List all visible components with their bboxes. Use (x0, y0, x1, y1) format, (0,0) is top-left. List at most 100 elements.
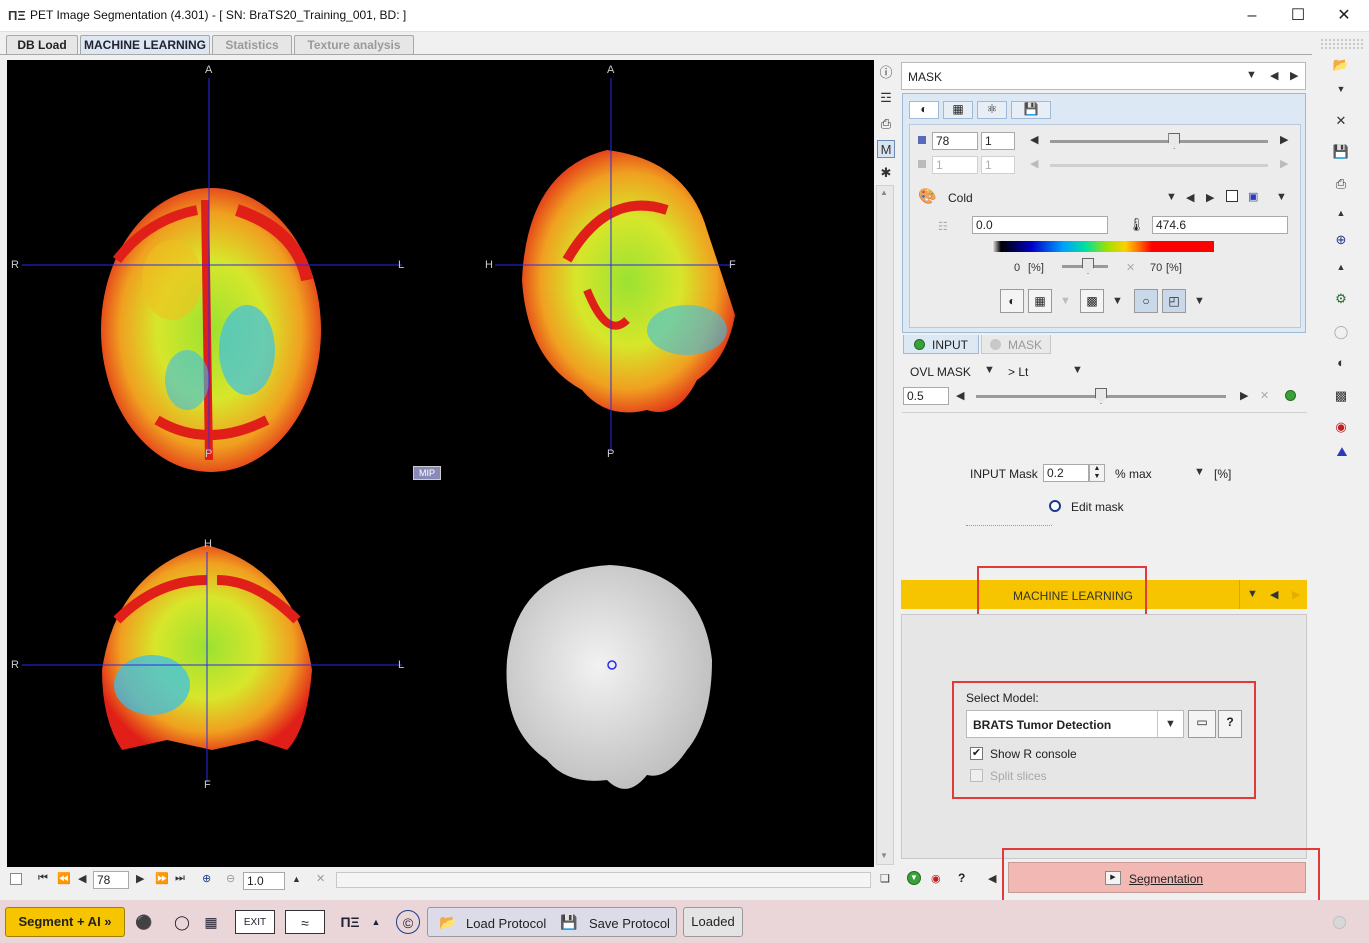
prev-slice-icon[interactable]: ◀ (78, 872, 86, 885)
slice-input[interactable]: 78 (93, 871, 129, 889)
contour-icon[interactable]: ◰ (1162, 289, 1186, 313)
zoom-icon[interactable]: ⊕ (1332, 231, 1350, 249)
ovl-status-icon[interactable] (1285, 390, 1296, 401)
load-protocol-icon[interactable]: 📂 (436, 910, 460, 934)
lock-icon[interactable]: ☷ (938, 220, 948, 233)
invert-icon[interactable] (1226, 190, 1238, 202)
contrast-icon[interactable]: ◐ (1332, 354, 1350, 372)
fast-back-icon[interactable]: ⏪ (57, 872, 71, 885)
overlay-menu-icon[interactable]: ▼ (1060, 295, 1071, 307)
zoom-input[interactable]: 1.0 (243, 872, 285, 890)
ovl-value-input[interactable]: 0.5 (903, 387, 949, 405)
info-icon[interactable]: ⓘ (877, 64, 895, 82)
tab-statistics[interactable]: Statistics (212, 35, 292, 54)
chevron-down-icon[interactable]: ▼ (1246, 69, 1257, 81)
ovl-reset-icon[interactable]: ✕ (1260, 389, 1269, 402)
threshold-mode-dropdown-icon[interactable]: ▼ (1072, 364, 1083, 376)
save-protocol-label[interactable]: Save Protocol (589, 916, 670, 931)
grid-tab-icon[interactable]: ▦ (943, 101, 973, 119)
range-max-input[interactable]: 474.6 (1152, 216, 1288, 234)
scroll-up-icon[interactable]: ▲ (880, 188, 888, 197)
next-slice-icon[interactable]: ▶ (136, 872, 144, 885)
segment-ai-button[interactable]: Segment + AI » (5, 907, 125, 937)
mask-combo[interactable]: MASK ▼ ◀ ▶ (901, 62, 1306, 90)
tile-icon[interactable]: ▩ (1080, 289, 1104, 313)
3d-render-view[interactable] (506, 565, 713, 789)
contour-menu-icon[interactable]: ▼ (1194, 295, 1205, 307)
prev-arrow-icon[interactable]: ◀ (1270, 69, 1278, 82)
palette-icon[interactable]: 🎨 (918, 187, 938, 205)
viewer-checkbox[interactable] (10, 873, 22, 885)
colormap-prev-icon[interactable]: ◀ (1186, 191, 1194, 204)
tab-machine-learning[interactable]: MACHINE LEARNING (80, 35, 210, 54)
tab-db-load[interactable]: DB Load (6, 35, 78, 54)
horizontal-scrollbar[interactable] (336, 872, 871, 888)
input-mask-value[interactable]: 0.2 (1043, 464, 1089, 482)
scroll-down-icon[interactable]: ▼ (880, 851, 888, 860)
ovl-slider-right-icon[interactable]: ▶ (1240, 389, 1248, 402)
pmod-logo-icon[interactable]: ΠΞ (338, 910, 362, 934)
tile-menu-icon[interactable]: ▼ (1112, 295, 1123, 307)
tab-texture-analysis[interactable]: Texture analysis (294, 35, 414, 54)
fusion-mode-icon[interactable]: ◐ (1000, 289, 1024, 313)
fusion-tab-icon[interactable]: ⚛ (977, 101, 1007, 119)
colormap-value[interactable]: Cold (948, 191, 973, 205)
settings-icon[interactable]: ✱ (877, 164, 895, 182)
maximize-button[interactable]: ☐ (1275, 4, 1321, 28)
ml-next-icon[interactable]: ▶ (1292, 588, 1300, 601)
save-protocol-icon[interactable]: 💾 (557, 910, 581, 934)
key-icon[interactable]: ⚫ (132, 910, 156, 934)
reset-zoom-icon[interactable]: ✕ (316, 872, 325, 885)
viewer-scrollbar[interactable]: ▲ ▼ (876, 185, 894, 865)
save-icon[interactable]: 💾 (1332, 143, 1350, 161)
tools-icon[interactable]: ⚙ (1332, 290, 1350, 308)
target-icon[interactable]: ◉ (931, 872, 941, 885)
ok-status-icon[interactable]: ▼ (907, 871, 921, 885)
fast-forward-icon[interactable]: ⏩ (155, 872, 169, 885)
colormap-next-icon[interactable]: ▶ (1206, 191, 1214, 204)
input-mask-unit-dropdown-icon[interactable]: ▼ (1194, 466, 1205, 478)
collapse-icon[interactable]: ◀ (988, 872, 996, 885)
colormap-dropdown-icon[interactable]: ▼ (1166, 191, 1177, 203)
mip-button[interactable]: MIP (413, 466, 441, 480)
contrast-tab-icon[interactable]: ◐ (909, 101, 939, 119)
ml-prev-icon[interactable]: ◀ (1270, 588, 1278, 601)
zoom-up-icon[interactable]: ▲ (292, 874, 301, 884)
slice-slider-thumb[interactable] (1168, 133, 1181, 149)
zoom-out-icon[interactable]: ⊖ (226, 872, 235, 885)
slice-value-input[interactable]: 78 (932, 132, 978, 150)
bottom-up-icon[interactable]: ▲ (364, 910, 388, 934)
slider2-left-icon[interactable]: ◀ (1030, 157, 1038, 170)
copyright-icon[interactable]: © (396, 910, 420, 934)
sagittal-view[interactable] (522, 150, 735, 413)
load-protocol-label[interactable]: Load Protocol (466, 916, 546, 931)
slice2-slider[interactable] (1050, 164, 1268, 167)
last-slice-icon[interactable]: ⏭ (175, 872, 185, 885)
reset-view-icon[interactable]: ❑ (880, 872, 890, 885)
cylinder-icon[interactable]: ◯ (170, 910, 194, 934)
close-data-icon[interactable]: ✕ (1332, 112, 1350, 130)
printer-icon[interactable]: ⎙ (1332, 175, 1350, 193)
ovl-slider-left-icon[interactable]: ◀ (956, 389, 964, 402)
print-icon[interactable]: ⎙ (877, 115, 895, 133)
target-tool-icon[interactable]: ◉ (1332, 418, 1350, 436)
tab-mask[interactable]: MASK (981, 335, 1051, 354)
edit-mask-radio[interactable] (1049, 500, 1061, 512)
tree-icon[interactable]: ☲ (877, 89, 895, 107)
slider2-right-icon[interactable]: ▶ (1280, 157, 1288, 170)
range-min-input[interactable]: 0.0 (972, 216, 1108, 234)
overlay-grid-icon[interactable]: ▦ (1028, 289, 1052, 313)
slice-step-input[interactable]: 1 (981, 132, 1015, 150)
next-arrow-icon[interactable]: ▶ (1290, 69, 1298, 82)
toolbar-up-icon[interactable]: ▲ (1332, 204, 1350, 222)
minimize-button[interactable]: – (1229, 4, 1275, 28)
slice2-value-input[interactable]: 1 (932, 156, 978, 174)
ovl-slider[interactable] (976, 388, 1226, 404)
calculator-icon[interactable]: ▦ (199, 910, 223, 934)
close-button[interactable]: ✕ (1321, 4, 1367, 28)
cube-icon[interactable]: ▣ (1248, 190, 1258, 203)
image-viewer[interactable]: A P R L A P H F H F R L MIP (7, 60, 874, 867)
pct-slider[interactable] (1062, 258, 1108, 274)
ml-dropdown-icon[interactable]: ▼ (1247, 588, 1258, 600)
ovl-mask-dropdown-icon[interactable]: ▼ (984, 364, 995, 376)
